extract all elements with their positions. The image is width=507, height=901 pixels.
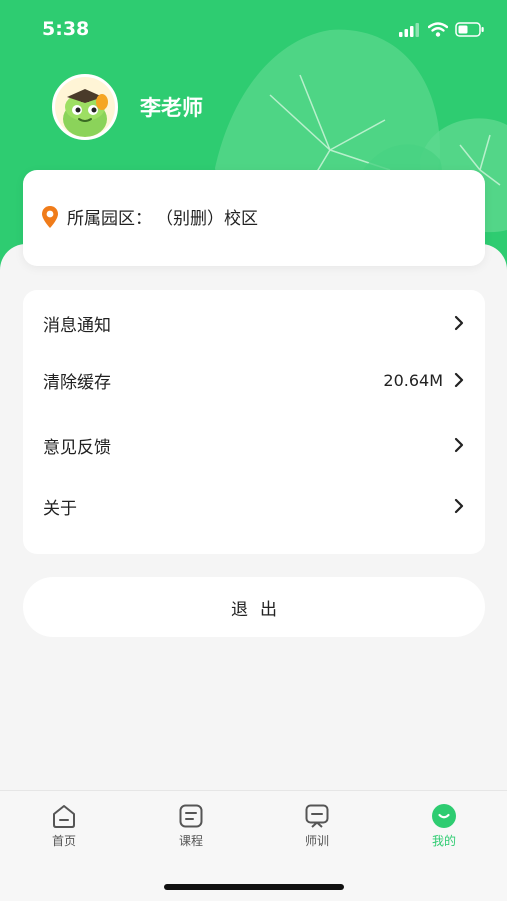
- menu-item-about[interactable]: 关于: [43, 486, 465, 526]
- tab-training[interactable]: 师训: [277, 803, 357, 849]
- status-bar: 5:38: [0, 0, 507, 60]
- home-icon: [53, 805, 75, 828]
- wifi-icon: [428, 22, 448, 37]
- tab-profile[interactable]: 我的: [404, 803, 484, 849]
- tab-label: 我的: [431, 834, 456, 848]
- chevron-right-icon: [454, 498, 464, 514]
- teacher-name: 李老师: [140, 96, 203, 120]
- profile-icon: [432, 804, 456, 828]
- signal-icon: [399, 22, 419, 37]
- menu-item-feedback[interactable]: 意见反馈: [43, 425, 465, 465]
- home-indicator: [164, 884, 344, 890]
- tab-label: 师训: [304, 834, 329, 848]
- menu-item-clear-cache[interactable]: 清除缓存 20.64M: [43, 360, 465, 400]
- status-time: 5:38: [42, 18, 90, 40]
- status-icons: [399, 22, 485, 37]
- chevron-right-icon: [454, 437, 464, 453]
- tab-home[interactable]: 首页: [24, 803, 104, 849]
- cache-size-value: 20.64M: [383, 370, 443, 390]
- location-pin-icon: [42, 205, 58, 228]
- tab-label: 首页: [51, 834, 76, 848]
- tab-label: 课程: [178, 834, 203, 848]
- course-icon: [179, 804, 203, 828]
- campus-label: 所属园区：: [67, 209, 152, 229]
- chevron-right-icon: [454, 315, 464, 331]
- menu-item-label: 消息通知: [43, 315, 111, 336]
- menu-item-label: 清除缓存: [43, 372, 111, 393]
- training-icon: [305, 804, 329, 828]
- avatar[interactable]: [52, 74, 118, 140]
- tab-course[interactable]: 课程: [151, 803, 231, 849]
- menu-item-notifications[interactable]: 消息通知: [43, 303, 465, 343]
- chevron-right-icon: [454, 372, 464, 388]
- menu-item-label: 关于: [43, 498, 77, 519]
- settings-menu: 消息通知 清除缓存 20.64M 意见反馈 关于: [23, 290, 485, 554]
- campus-row: 所属园区： （别删）校区: [41, 204, 258, 229]
- campus-card: 所属园区： （别删）校区: [23, 170, 485, 266]
- mascot-avatar-icon: [55, 77, 115, 137]
- logout-button[interactable]: 退出: [23, 577, 485, 637]
- profile[interactable]: 李老师: [52, 74, 203, 140]
- campus-value: （别删）校区: [156, 209, 258, 229]
- battery-icon: [455, 22, 484, 37]
- menu-item-label: 意见反馈: [43, 437, 111, 458]
